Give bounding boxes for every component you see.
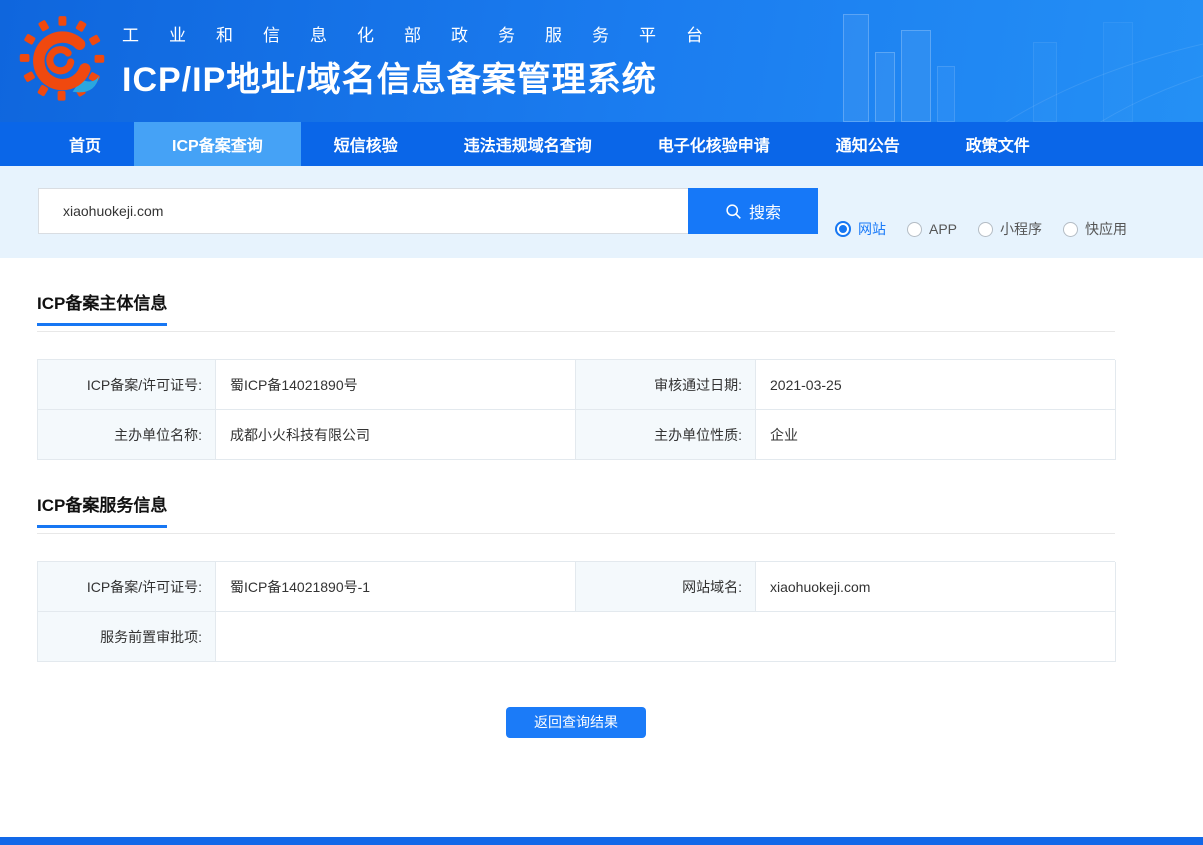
nav-item-illegal-domain-query[interactable]: 违法违规域名查询 bbox=[431, 122, 625, 166]
header-cityscape-decoration bbox=[803, 0, 1203, 122]
field-value: 蜀ICP备14021890号 bbox=[216, 360, 576, 410]
nav-item-home[interactable]: 首页 bbox=[36, 122, 134, 166]
nav-item-e-verify-apply[interactable]: 电子化核验申请 bbox=[625, 122, 803, 166]
field-label: 审核通过日期: bbox=[576, 360, 756, 410]
service-info-table: ICP备案/许可证号: 蜀ICP备14021890号-1 网站域名: xiaoh… bbox=[37, 561, 1115, 662]
nav-item-notices[interactable]: 通知公告 bbox=[803, 122, 933, 166]
field-value: xiaohuokeji.com bbox=[756, 562, 1116, 612]
radio-checked-icon bbox=[835, 221, 851, 237]
radio-app[interactable]: APP bbox=[907, 221, 957, 237]
main-content: ICP备案主体信息 ICP备案/许可证号: 蜀ICP备14021890号 审核通… bbox=[0, 289, 1203, 738]
radio-miniprogram[interactable]: 小程序 bbox=[978, 219, 1042, 239]
section-divider bbox=[37, 533, 1115, 534]
field-value: 企业 bbox=[756, 410, 1116, 460]
field-value: 2021-03-25 bbox=[756, 360, 1116, 410]
radio-website[interactable]: 网站 bbox=[835, 219, 886, 239]
radio-unchecked-icon bbox=[907, 222, 922, 237]
field-label: ICP备案/许可证号: bbox=[38, 360, 216, 410]
search-button-label: 搜索 bbox=[749, 199, 781, 223]
magnifier-icon bbox=[725, 203, 742, 220]
gear-e-logo-icon bbox=[18, 11, 106, 111]
page-title: ICP/IP地址/域名信息备案管理系统 bbox=[122, 52, 733, 101]
field-value bbox=[216, 612, 1116, 662]
subject-info-table: ICP备案/许可证号: 蜀ICP备14021890号 审核通过日期: 2021-… bbox=[37, 359, 1115, 460]
field-value: 成都小火科技有限公司 bbox=[216, 410, 576, 460]
field-label: 主办单位名称: bbox=[38, 410, 216, 460]
back-to-results-button[interactable]: 返回查询结果 bbox=[506, 707, 646, 738]
section-divider bbox=[37, 331, 1115, 332]
footer-bar bbox=[0, 837, 1203, 845]
nav-item-policy-docs[interactable]: 政策文件 bbox=[933, 122, 1063, 166]
ministry-slogan: 工业和信息化部政务服务平台 bbox=[122, 21, 733, 46]
nav-item-icp-query[interactable]: ICP备案查询 bbox=[134, 122, 301, 166]
service-section-header: ICP备案服务信息 bbox=[37, 491, 1115, 534]
field-label: ICP备案/许可证号: bbox=[38, 562, 216, 612]
button-row: 返回查询结果 bbox=[37, 707, 1115, 738]
search-type-radio-group: 网站 APP 小程序 快应用 bbox=[835, 219, 1127, 239]
field-label: 网站域名: bbox=[576, 562, 756, 612]
radio-quickapp[interactable]: 快应用 bbox=[1063, 219, 1127, 239]
service-section-title: ICP备案服务信息 bbox=[37, 491, 167, 528]
field-label: 服务前置审批项: bbox=[38, 612, 216, 662]
subject-section-title: ICP备案主体信息 bbox=[37, 289, 167, 326]
search-input[interactable] bbox=[38, 188, 688, 234]
main-nav: 首页 ICP备案查询 短信核验 违法违规域名查询 电子化核验申请 通知公告 政策… bbox=[0, 122, 1203, 166]
site-header: 工业和信息化部政务服务平台 ICP/IP地址/域名信息备案管理系统 bbox=[0, 0, 1203, 122]
icp-beian-page: 工业和信息化部政务服务平台 ICP/IP地址/域名信息备案管理系统 首页 ICP… bbox=[0, 0, 1203, 845]
radio-unchecked-icon bbox=[978, 222, 993, 237]
field-value: 蜀ICP备14021890号-1 bbox=[216, 562, 576, 612]
nav-item-sms-verify[interactable]: 短信核验 bbox=[301, 122, 431, 166]
search-button[interactable]: 搜索 bbox=[688, 188, 818, 234]
radio-unchecked-icon bbox=[1063, 222, 1078, 237]
field-label: 主办单位性质: bbox=[576, 410, 756, 460]
subject-section-header: ICP备案主体信息 bbox=[37, 289, 1115, 332]
search-section: 搜索 网站 APP 小程序 快应用 bbox=[0, 166, 1203, 258]
